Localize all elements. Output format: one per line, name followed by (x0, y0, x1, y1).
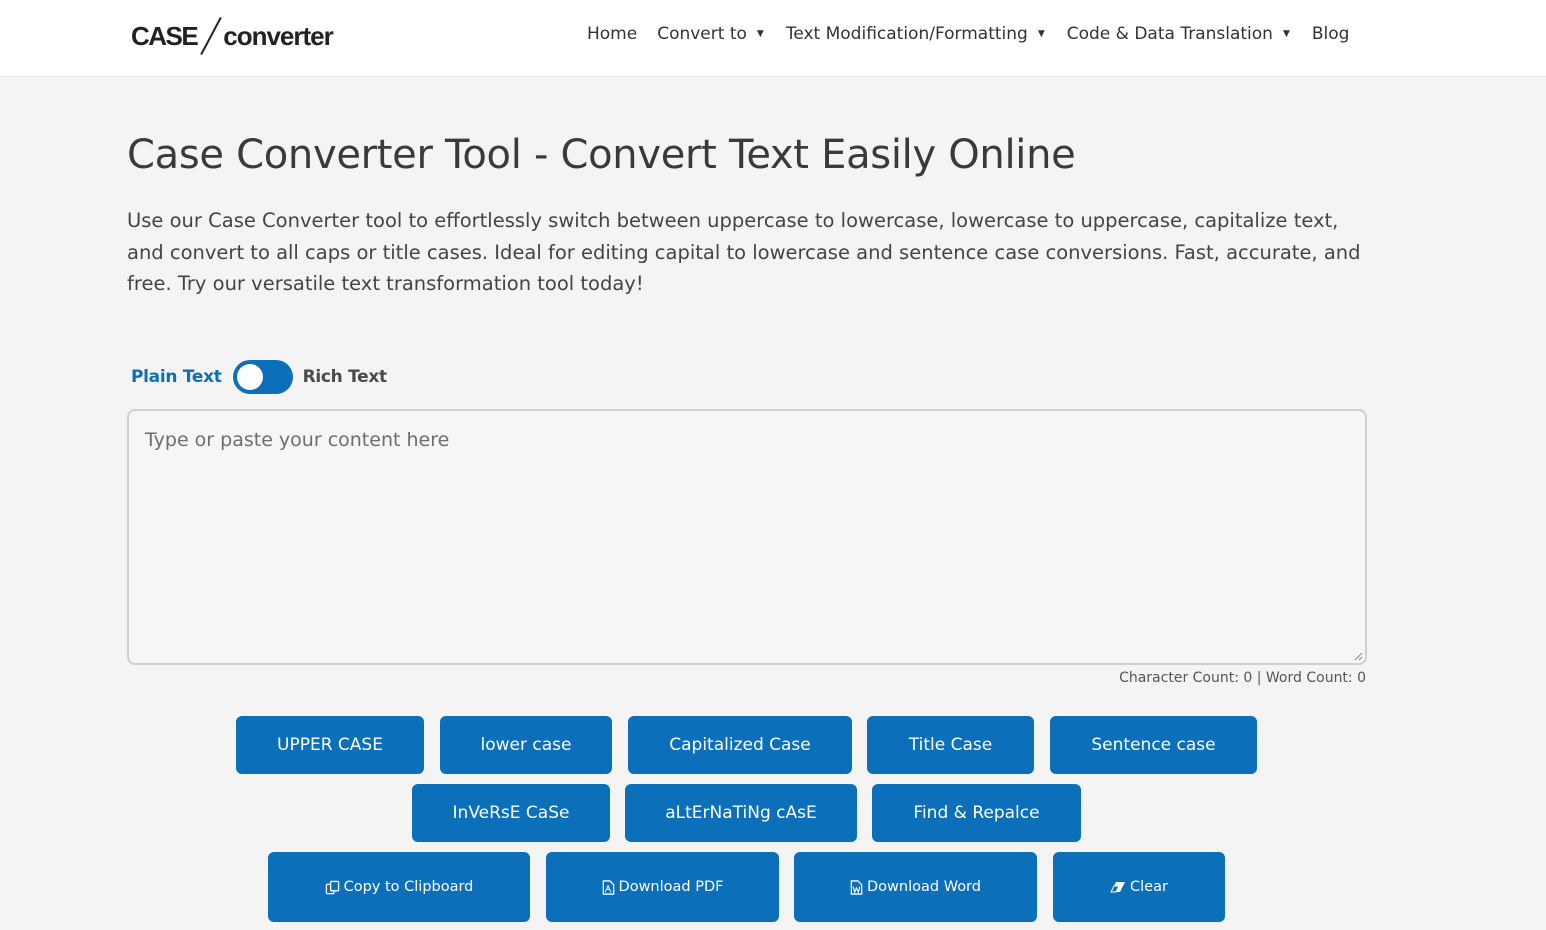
nav-convert-to-label: Convert to (657, 24, 747, 44)
download-pdf-label: Download PDF (618, 879, 724, 895)
chevron-down-icon: ▼ (756, 29, 764, 39)
nav-blog[interactable]: Blog (1312, 24, 1350, 44)
chevron-down-icon: ▼ (1037, 29, 1045, 39)
lower-case-label: lower case (480, 735, 572, 755)
title-case-button[interactable]: Title Case (867, 716, 1034, 774)
alternating-case-button[interactable]: aLtErNaTiNg cAsE (625, 784, 857, 842)
sentence-case-label: Sentence case (1091, 735, 1216, 755)
sentence-case-button[interactable]: Sentence case (1050, 716, 1257, 774)
site-header: CASE converter Home Convert to ▼ Text Mo… (0, 0, 1546, 77)
chevron-down-icon: ▼ (1282, 29, 1290, 39)
download-pdf-button[interactable]: Download PDF (546, 852, 779, 922)
eraser-icon (1110, 881, 1126, 893)
upper-case-button[interactable]: UPPER CASE (236, 716, 424, 774)
nav-text-modification-label: Text Modification/Formatting (785, 24, 1028, 44)
plain-text-label[interactable]: Plain Text (131, 367, 222, 387)
word-file-icon (850, 879, 863, 895)
inverse-case-button[interactable]: InVeRsE CaSe (412, 784, 610, 842)
copy-to-clipboard-label: Copy to Clipboard (343, 879, 474, 895)
rich-text-label[interactable]: Rich Text (303, 367, 388, 387)
clear-button[interactable]: Clear (1053, 852, 1225, 922)
lower-case-button[interactable]: lower case (440, 716, 612, 774)
upper-case-label: UPPER CASE (277, 735, 383, 755)
content-input[interactable] (127, 409, 1367, 665)
copy-icon (325, 880, 340, 895)
capitalized-case-button[interactable]: Capitalized Case (628, 716, 852, 774)
toggle-knob (236, 364, 263, 390)
nav-home-label: Home (587, 24, 638, 44)
inverse-case-label: InVeRsE CaSe (452, 803, 570, 823)
resize-handle-icon[interactable] (1353, 651, 1363, 661)
download-word-button[interactable]: Download Word (794, 852, 1037, 922)
text-mode-toggle[interactable] (232, 360, 293, 394)
nav-code-data-translation-label: Code & Data Translation (1066, 24, 1273, 44)
capitalized-case-label: Capitalized Case (669, 735, 811, 755)
nav-text-modification[interactable]: Text Modification/Formatting ▼ (786, 24, 1045, 44)
nav-home[interactable]: Home (587, 24, 637, 44)
logo-case-text: CASE (131, 20, 199, 51)
nav-code-data-translation[interactable]: Code & Data Translation ▼ (1067, 24, 1290, 44)
page-title: Case Converter Tool - Convert Text Easil… (127, 132, 1076, 178)
title-case-label: Title Case (908, 735, 993, 755)
find-replace-button[interactable]: Find & Repalce (872, 784, 1081, 842)
page-description: Use our Case Converter tool to effortles… (127, 209, 1361, 295)
nav-blog-label: Blog (1311, 24, 1350, 44)
copy-to-clipboard-button[interactable]: Copy to Clipboard (268, 852, 530, 922)
download-word-label: Download Word (867, 879, 981, 895)
main-nav: Home Convert to ▼ Text Modification/Form… (587, 24, 1349, 44)
find-replace-label: Find & Repalce (913, 803, 1040, 823)
logo[interactable]: CASE converter (131, 14, 334, 58)
logo-slash (200, 16, 222, 56)
character-word-count: Character Count: 0 | Word Count: 0 (1119, 670, 1366, 686)
text-mode-toggle-row: Plain Text Rich Text (131, 360, 387, 394)
alternating-case-label: aLtErNaTiNg cAsE (665, 803, 817, 823)
pdf-file-icon (602, 879, 615, 895)
nav-convert-to[interactable]: Convert to ▼ (657, 24, 764, 44)
logo-converter-text: converter (223, 20, 333, 51)
clear-label: Clear (1130, 879, 1168, 895)
